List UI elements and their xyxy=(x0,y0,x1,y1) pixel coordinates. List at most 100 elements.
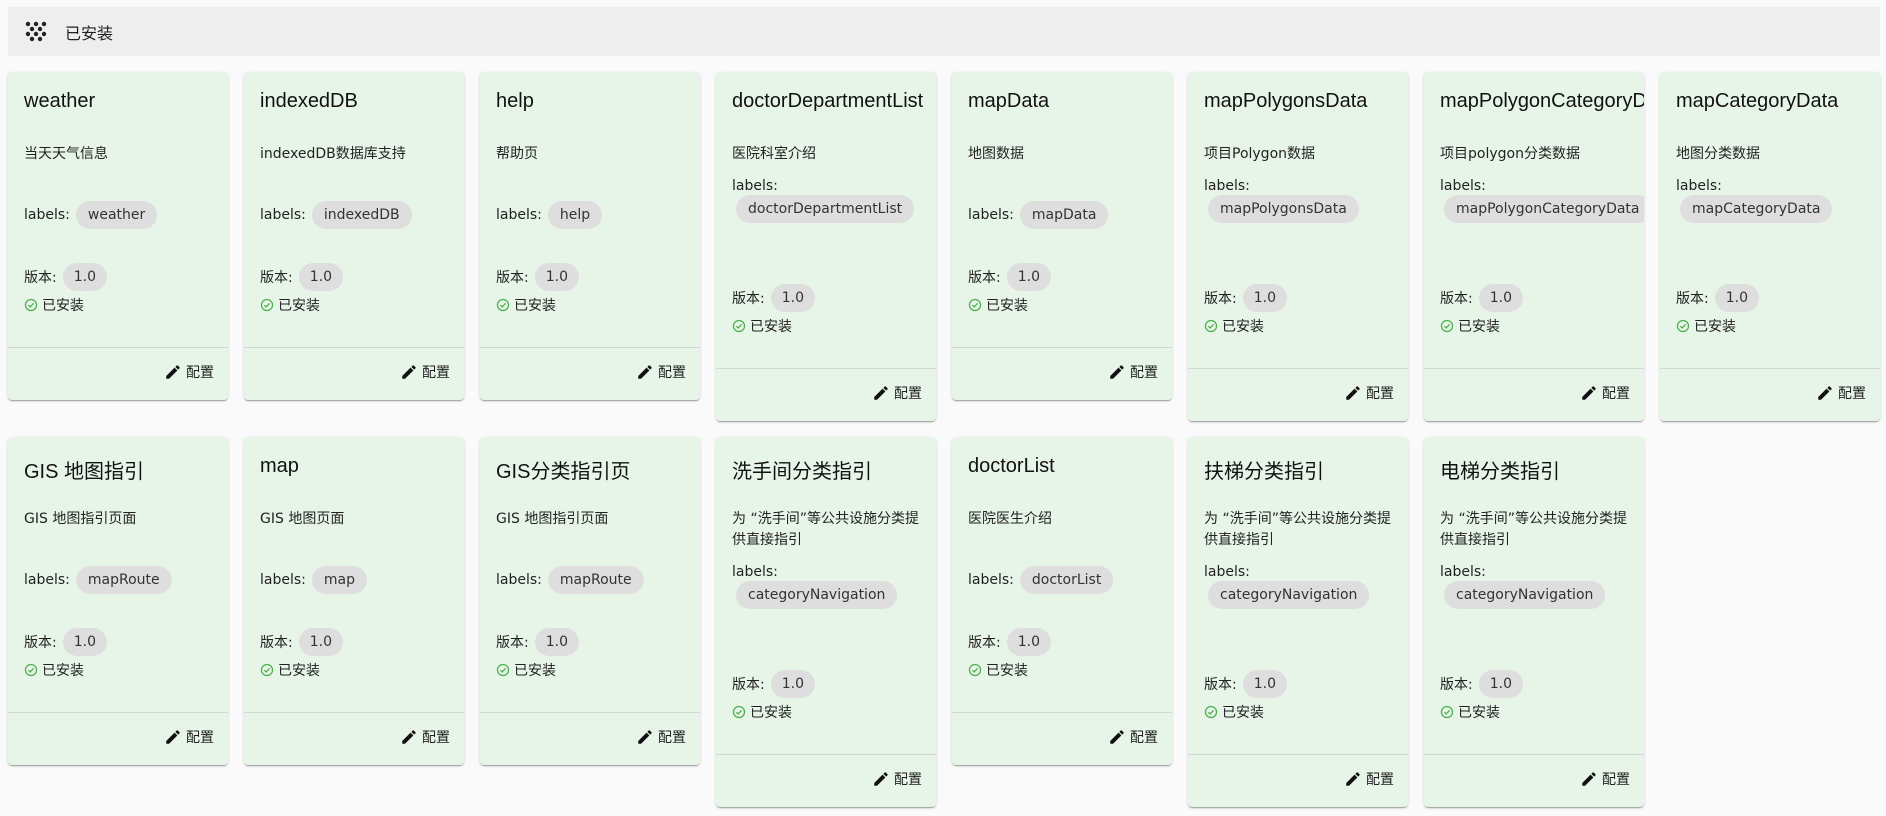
label-chip[interactable]: categoryNavigation xyxy=(736,581,898,609)
card-title: mapPolygonsData xyxy=(1204,90,1368,112)
label-chip[interactable]: map xyxy=(311,566,367,594)
version-chip: 1.0 xyxy=(1242,284,1287,312)
apps-dots-icon[interactable] xyxy=(23,19,49,45)
card-description: GIS 地图页面 xyxy=(260,511,345,527)
card-divider xyxy=(952,712,1172,713)
card-title: 扶梯分类指引 xyxy=(1204,461,1324,483)
labels-block: labels: categoryNavigation xyxy=(1204,564,1370,609)
config-button[interactable]: 配置 xyxy=(1816,383,1866,403)
install-status: 已安装 xyxy=(24,660,84,680)
config-button[interactable]: 配置 xyxy=(1580,383,1630,403)
config-button[interactable]: 配置 xyxy=(872,769,922,789)
version-chip: 1.0 xyxy=(1242,670,1287,698)
label-chip[interactable]: help xyxy=(547,201,603,229)
plugin-card: mapCategoryData 地图分类数据 labels: mapCategoryD… xyxy=(1660,72,1880,421)
status-text: 已安装 xyxy=(1222,319,1264,335)
labels-block: labels: mapPolygonCategoryData xyxy=(1440,178,1644,223)
card-title: 电梯分类指引 xyxy=(1440,461,1560,483)
pencil-icon xyxy=(164,728,186,746)
plugin-card: doctorDepartmentList 医院科室介绍 labels: doctorD… xyxy=(716,72,936,421)
config-button[interactable]: 配置 xyxy=(1108,362,1158,382)
label-chip[interactable]: mapData xyxy=(1019,201,1109,229)
pencil-icon xyxy=(1344,770,1366,788)
label-chip[interactable]: doctorDepartmentList xyxy=(736,195,915,223)
labels-block: labels: doctorDepartmentList xyxy=(732,178,915,223)
labels-prefix: labels: xyxy=(1676,178,1722,194)
label-chip[interactable]: indexedDB xyxy=(311,201,412,229)
plugin-card: 扶梯分类指引为 “洗手间”等公共设施分类提供直接指引 labels: categor… xyxy=(1188,437,1408,807)
plugin-card: help 帮助页 labels: help 版本: 1.0 已安装 配置 xyxy=(480,72,700,400)
labels-prefix: labels: xyxy=(968,572,1014,588)
labels-prefix: labels: xyxy=(260,207,306,223)
check-circle-icon xyxy=(260,663,278,677)
label-chip[interactable]: weather xyxy=(75,201,158,229)
version-chip: 1.0 xyxy=(1714,284,1759,312)
version-chip: 1.0 xyxy=(770,670,815,698)
config-button[interactable]: 配置 xyxy=(400,727,450,747)
label-chip[interactable]: mapRoute xyxy=(547,566,644,594)
check-circle-icon xyxy=(1676,319,1694,333)
install-status: 已安装 xyxy=(1676,316,1736,336)
labels-row: labels: indexedDB xyxy=(260,201,412,229)
page-title: 已安装 xyxy=(65,23,114,43)
card-description: 地图分类数据 xyxy=(1676,146,1760,162)
card-title: mapData xyxy=(968,90,1050,112)
version-row: 版本: 1.0 xyxy=(1676,284,1759,312)
check-circle-icon xyxy=(968,663,986,677)
config-label: 配置 xyxy=(894,386,922,402)
label-chip[interactable]: doctorList xyxy=(1019,566,1114,594)
status-text: 已安装 xyxy=(750,319,792,335)
version-chip: 1.0 xyxy=(1006,628,1051,656)
labels-prefix: labels: xyxy=(496,572,542,588)
config-label: 配置 xyxy=(422,365,450,381)
label-chip[interactable]: mapPolygonsData xyxy=(1208,195,1359,223)
check-circle-icon xyxy=(732,705,750,719)
config-label: 配置 xyxy=(1366,772,1394,788)
version-prefix: 版本: xyxy=(1204,291,1237,307)
check-circle-icon xyxy=(1440,319,1458,333)
plugin-card: mapData 地图数据 labels: mapData 版本: 1.0 已安装 配置 xyxy=(952,72,1172,400)
card-divider xyxy=(8,712,228,713)
label-chip[interactable]: mapCategoryData xyxy=(1680,195,1833,223)
config-button[interactable]: 配置 xyxy=(1344,769,1394,789)
top-bar: 已安装 xyxy=(8,7,1880,56)
version-row: 版本: 1.0 xyxy=(1204,670,1287,698)
pencil-icon xyxy=(1580,384,1602,402)
version-prefix: 版本: xyxy=(732,677,765,693)
config-button[interactable]: 配置 xyxy=(1580,769,1630,789)
config-button[interactable]: 配置 xyxy=(636,362,686,382)
version-chip: 1.0 xyxy=(1478,670,1523,698)
card-divider xyxy=(1424,368,1644,369)
pencil-icon xyxy=(636,728,658,746)
card-description: 为 “洗手间”等公共设施分类提供直接指引 xyxy=(1204,511,1391,548)
config-button[interactable]: 配置 xyxy=(1344,383,1394,403)
label-chip[interactable]: categoryNavigation xyxy=(1208,581,1370,609)
pencil-icon xyxy=(400,728,422,746)
label-chip[interactable]: categoryNavigation xyxy=(1444,581,1606,609)
plugin-card: 洗手间分类指引为 “洗手间”等公共设施分类提供直接指引 labels: catego… xyxy=(716,437,936,807)
card-divider xyxy=(244,712,464,713)
version-chip: 1.0 xyxy=(770,284,815,312)
install-status: 已安装 xyxy=(496,295,556,315)
card-title: doctorDepartmentList xyxy=(732,90,924,112)
version-chip: 1.0 xyxy=(298,263,343,291)
status-text: 已安装 xyxy=(42,298,84,314)
version-row: 版本: 1.0 xyxy=(732,284,815,312)
version-row: 版本: 1.0 xyxy=(968,628,1051,656)
check-circle-icon xyxy=(24,663,42,677)
label-chip[interactable]: mapRoute xyxy=(75,566,172,594)
label-chip[interactable]: mapPolygonCategoryData xyxy=(1444,195,1644,223)
version-row: 版本: 1.0 xyxy=(1204,284,1287,312)
config-button[interactable]: 配置 xyxy=(400,362,450,382)
status-text: 已安装 xyxy=(42,663,84,679)
status-text: 已安装 xyxy=(750,705,792,721)
card-description: 地图数据 xyxy=(968,146,1024,162)
config-button[interactable]: 配置 xyxy=(872,383,922,403)
config-button[interactable]: 配置 xyxy=(164,362,214,382)
config-button[interactable]: 配置 xyxy=(164,727,214,747)
config-button[interactable]: 配置 xyxy=(1108,727,1158,747)
config-label: 配置 xyxy=(1838,386,1866,402)
config-button[interactable]: 配置 xyxy=(636,727,686,747)
card-divider xyxy=(244,347,464,348)
card-divider xyxy=(716,368,936,369)
